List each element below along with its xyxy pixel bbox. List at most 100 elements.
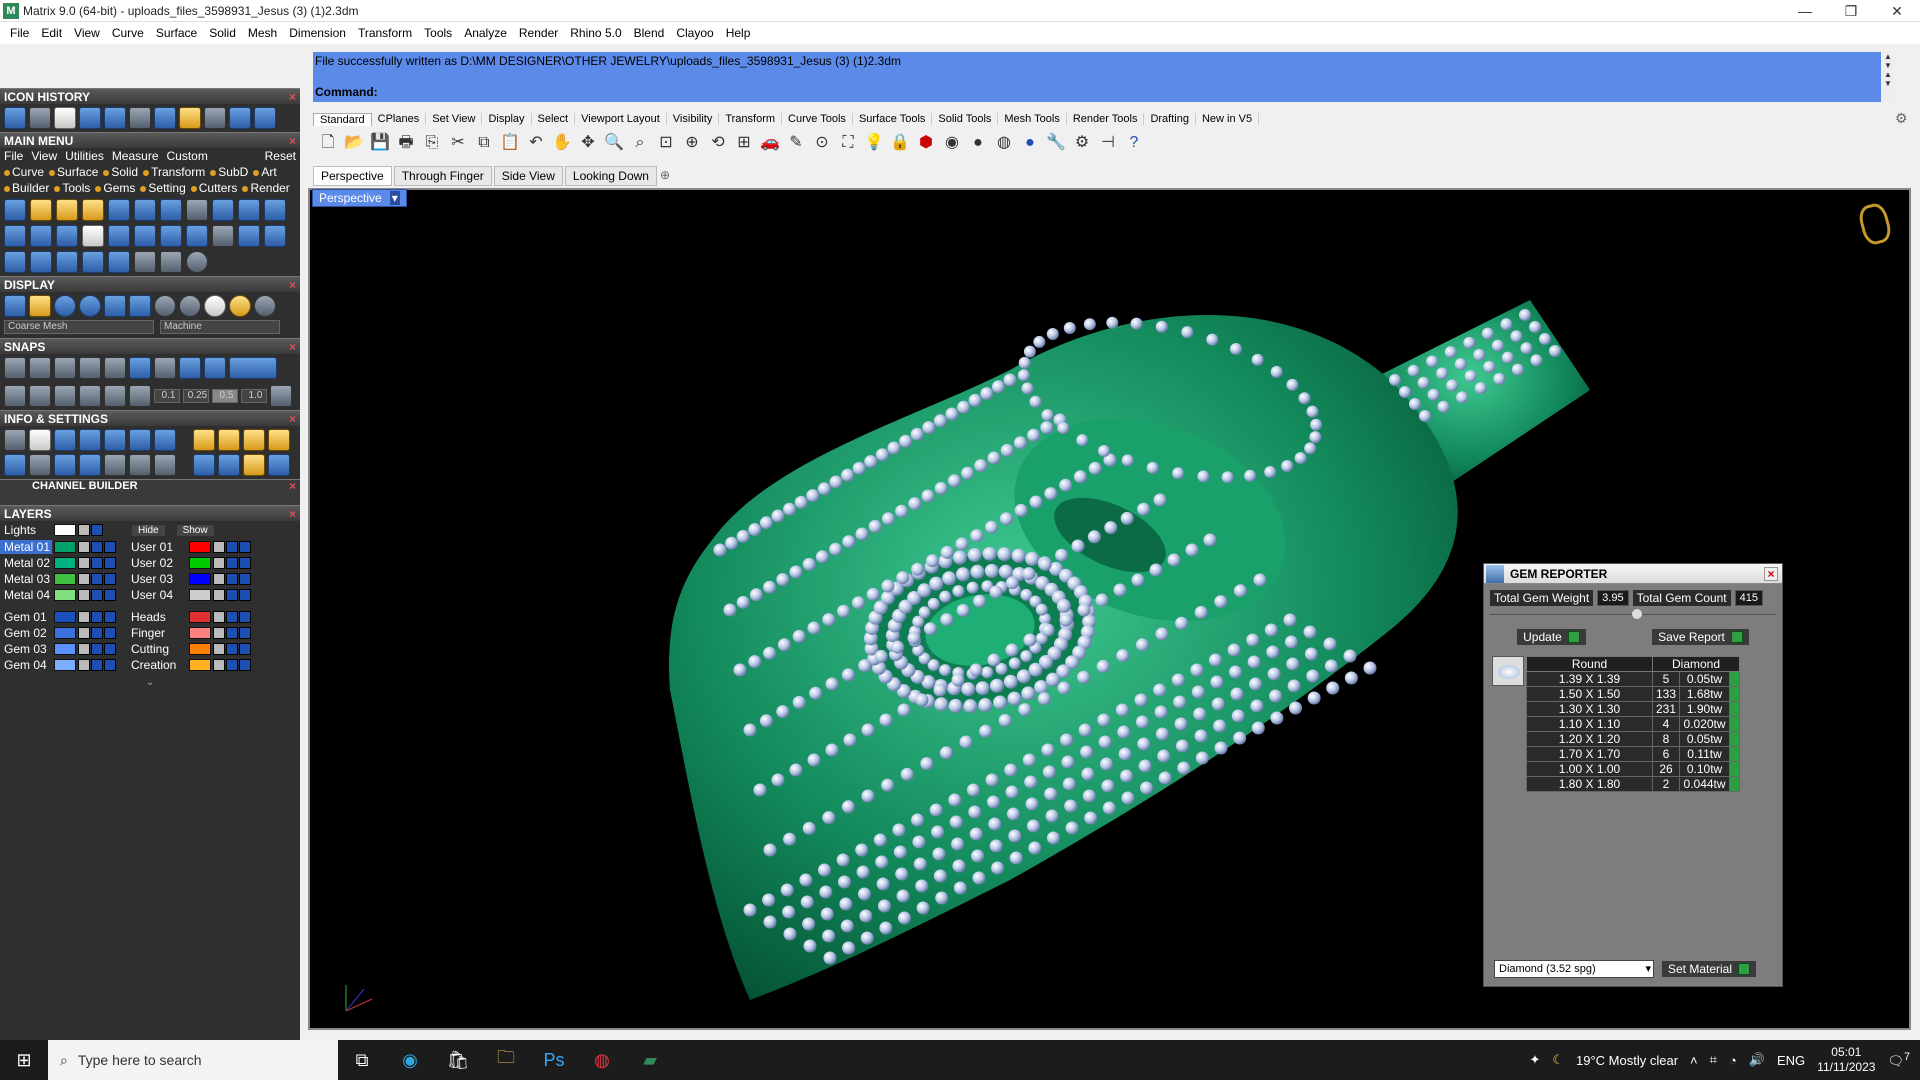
add-view-icon[interactable]: ⊕ (660, 168, 670, 182)
visibility-icon[interactable] (226, 589, 238, 601)
sketch-icon[interactable]: ✎ (785, 132, 807, 154)
toolbar-tab-new-in-v5[interactable]: New in V5 (1196, 113, 1260, 125)
history-tool-icon[interactable] (204, 107, 226, 129)
toolbar-tab-drafting[interactable]: Drafting (1144, 113, 1196, 125)
tool-icon[interactable] (264, 199, 286, 221)
settings-icon[interactable] (4, 429, 26, 451)
display-mode-icon[interactable] (104, 295, 126, 317)
pan-icon[interactable]: ✋ (551, 132, 573, 154)
rotate-view-icon[interactable]: ✥ (577, 132, 599, 154)
tool-icon[interactable] (160, 225, 182, 247)
new-file-icon[interactable]: 🗋 (317, 132, 339, 154)
language-indicator[interactable]: ENG (1777, 1053, 1805, 1068)
main-menu-gems[interactable]: Gems (95, 181, 135, 195)
layer-name[interactable]: Metal 04 (0, 588, 52, 602)
select-gems-button[interactable] (1729, 746, 1741, 762)
menu-analyze[interactable]: Analyze (458, 26, 513, 40)
main-menu-solid[interactable]: Solid (103, 165, 138, 179)
info-icon[interactable] (4, 454, 26, 476)
select-gems-button[interactable] (1729, 671, 1741, 687)
layer-color-swatch[interactable] (54, 573, 76, 585)
visibility-icon[interactable] (104, 643, 116, 655)
zoom-window-icon[interactable]: ⌕ (629, 132, 651, 154)
tool-icon[interactable] (186, 199, 208, 221)
view-tab-side-view[interactable]: Side View (493, 166, 563, 186)
visibility-icon[interactable] (104, 557, 116, 569)
snap-near-icon[interactable] (29, 357, 51, 379)
visibility-icon[interactable] (104, 659, 116, 671)
info-icon[interactable] (79, 454, 101, 476)
menu-tools[interactable]: Tools (418, 26, 458, 40)
print-icon[interactable]: 🖶 (395, 132, 417, 154)
tool-icon[interactable] (108, 199, 130, 221)
info-icon[interactable] (104, 429, 126, 451)
chevron-up-icon[interactable]: ˄ (1690, 1053, 1698, 1068)
layer-color-swatch[interactable] (189, 557, 211, 569)
matrix-taskbar-icon[interactable]: ▰ (626, 1040, 674, 1080)
visibility-icon[interactable] (239, 541, 251, 553)
arrow-right-icon[interactable] (254, 107, 276, 129)
visibility-icon[interactable] (91, 627, 103, 639)
notifications-icon[interactable]: 🗨7 (1887, 1051, 1910, 1069)
lock-icon[interactable] (213, 659, 225, 671)
visibility-icon[interactable] (91, 643, 103, 655)
info-icon[interactable] (129, 454, 151, 476)
arrow-left-icon[interactable] (229, 107, 251, 129)
main-menu-builder[interactable]: Builder (4, 181, 49, 195)
command-area[interactable]: File successfully written as D:\MM DESIG… (313, 52, 1895, 102)
close-icon[interactable]: × (289, 411, 296, 427)
shaded-icon[interactable] (54, 295, 76, 317)
menu-file[interactable]: File (4, 26, 35, 40)
visibility-icon[interactable] (239, 611, 251, 623)
toolbar-tab-set-view[interactable]: Set View (426, 113, 483, 125)
edge-icon[interactable]: ◉ (386, 1040, 434, 1080)
visibility-icon[interactable] (91, 659, 103, 671)
layer-color-swatch[interactable] (189, 611, 211, 623)
info-icon[interactable] (268, 454, 290, 476)
snap-value-025[interactable]: 0.25 (183, 389, 209, 403)
info-icon[interactable] (29, 454, 51, 476)
info-icon[interactable] (54, 454, 76, 476)
tool-icon[interactable] (160, 251, 182, 273)
store-icon[interactable]: 🛍 (434, 1040, 482, 1080)
lock-icon[interactable] (213, 611, 225, 623)
menu-blend[interactable]: Blend (628, 26, 671, 40)
layer-name[interactable]: User 03 (127, 572, 187, 586)
menu-curve[interactable]: Curve (106, 26, 150, 40)
main-menu-view[interactable]: View (31, 149, 57, 163)
lock-icon[interactable] (213, 573, 225, 585)
rendered-icon[interactable] (79, 295, 101, 317)
lock-icon[interactable] (78, 524, 90, 536)
info-icon[interactable] (154, 429, 176, 451)
visibility-icon[interactable] (239, 659, 251, 671)
history-tool-icon[interactable] (179, 107, 201, 129)
update-button[interactable]: Update (1517, 629, 1586, 645)
layer-color-swatch[interactable] (54, 611, 76, 623)
gem-row[interactable]: 1.20 X 1.20 8 0.05tw (1526, 731, 1741, 747)
toolbar-tab-visibility[interactable]: Visibility (667, 113, 720, 125)
lock-icon[interactable] (78, 643, 90, 655)
toolbar-tab-cplanes[interactable]: CPlanes (372, 113, 427, 125)
cut-icon[interactable]: ✂ (447, 132, 469, 154)
menu-render[interactable]: Render (513, 26, 564, 40)
car-icon[interactable]: 🚗 (759, 132, 781, 154)
info-icon[interactable] (218, 429, 240, 451)
undo-icon[interactable]: ↶ (525, 132, 547, 154)
layer-name[interactable]: User 01 (127, 540, 187, 554)
tool-icon[interactable] (134, 251, 156, 273)
menu-help[interactable]: Help (720, 26, 757, 40)
toolbar-tab-display[interactable]: Display (482, 113, 532, 125)
tool-icon[interactable] (30, 251, 52, 273)
visibility-icon[interactable] (226, 643, 238, 655)
lock-icon[interactable] (78, 557, 90, 569)
view-tab-perspective[interactable]: Perspective (313, 166, 392, 186)
chrome-icon[interactable]: ◍ (578, 1040, 626, 1080)
snap-icon[interactable]: ⛶ (837, 132, 859, 154)
record-icon[interactable] (129, 385, 151, 407)
hide-button[interactable]: Hide (132, 524, 165, 536)
material-ball-icon[interactable] (204, 295, 226, 317)
info-icon[interactable] (218, 454, 240, 476)
close-icon[interactable]: × (289, 339, 296, 355)
shaded-sphere-icon[interactable]: ● (967, 132, 989, 154)
snap-value-01[interactable]: 0.1 (154, 389, 180, 403)
